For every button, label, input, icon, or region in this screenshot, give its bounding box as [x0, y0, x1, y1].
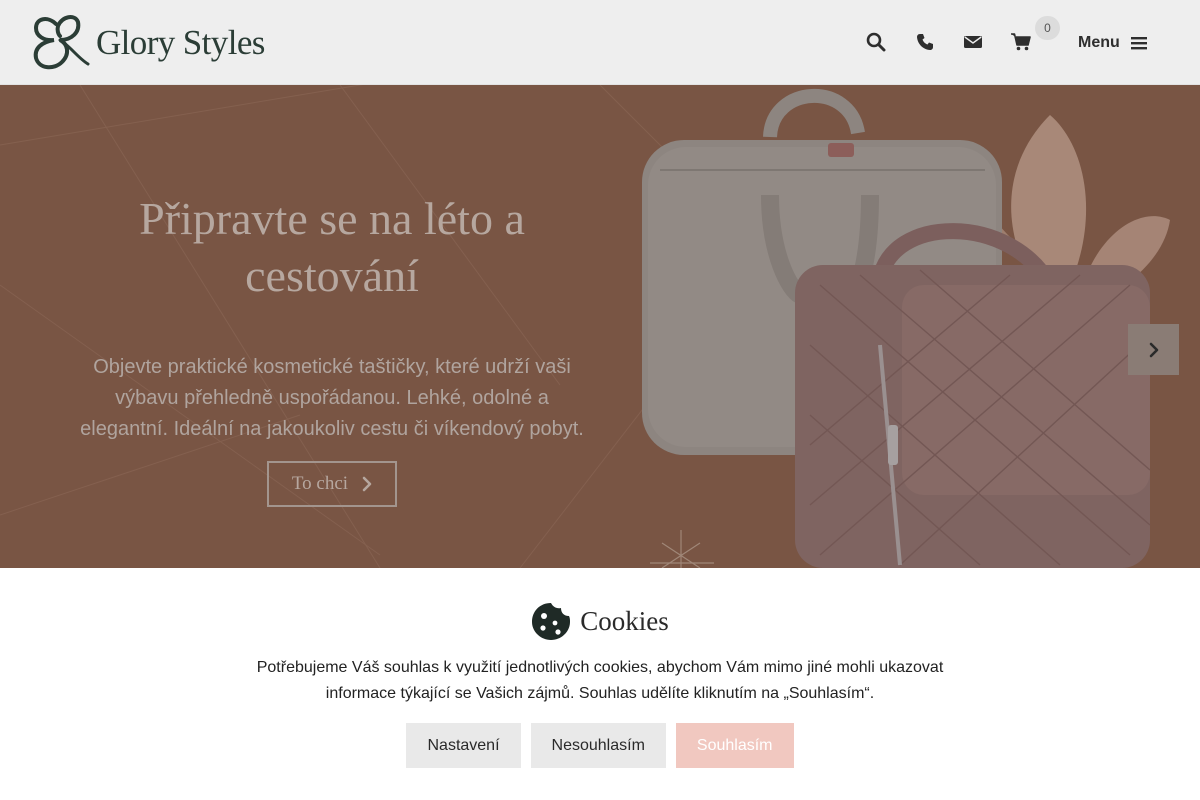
cookie-decline-button[interactable]: Nesouhlasím	[530, 723, 666, 768]
cookie-message: Potřebujeme Váš souhlas k využití jednot…	[256, 659, 944, 702]
hero-cta-label: To chci	[291, 473, 349, 494]
chevron-right-icon	[362, 476, 372, 492]
chevron-right-icon	[1149, 342, 1158, 357]
cookie-consent-panel: Cookies Potřebujeme Váš souhlas k využit…	[0, 568, 1200, 800]
menu-label: Menu	[1078, 34, 1120, 51]
butterfly-logo-icon	[33, 15, 90, 70]
hero-description: Objevte praktické kosmetické taštičky, k…	[80, 356, 584, 440]
cart-icon[interactable]	[1009, 30, 1033, 54]
hero-title: Připravte se na léto a cestování	[139, 193, 525, 301]
hero-cta-button[interactable]: To chci	[267, 461, 397, 507]
cookie-header: Cookies	[0, 601, 1200, 641]
hero-slider: Připravte se na léto a cestování Objevte…	[0, 85, 1200, 568]
envelope-icon[interactable]	[961, 30, 985, 54]
hero-content: Připravte se na léto a cestování Objevte…	[72, 190, 592, 507]
menu-button[interactable]: Menu	[1078, 30, 1147, 56]
logo[interactable]: Glory Styles	[30, 14, 265, 72]
cookie-icon	[532, 603, 571, 640]
cookie-title: Cookies	[580, 605, 669, 636]
hamburger-icon	[1130, 37, 1147, 50]
logo-text: Glory Styles	[96, 23, 265, 62]
site-header: Glory Styles 0 Menu	[0, 0, 1200, 85]
cookie-accept-button[interactable]: Souhlasím	[675, 723, 794, 768]
phone-icon[interactable]	[913, 30, 937, 54]
slider-next-button[interactable]	[1128, 324, 1179, 375]
cookie-settings-button[interactable]: Nastavení	[406, 723, 521, 768]
cart-count-badge: 0	[1035, 16, 1060, 40]
search-icon[interactable]	[864, 30, 888, 54]
cookie-buttons: Nastavení Nesouhlasím Souhlasím	[0, 723, 1200, 768]
